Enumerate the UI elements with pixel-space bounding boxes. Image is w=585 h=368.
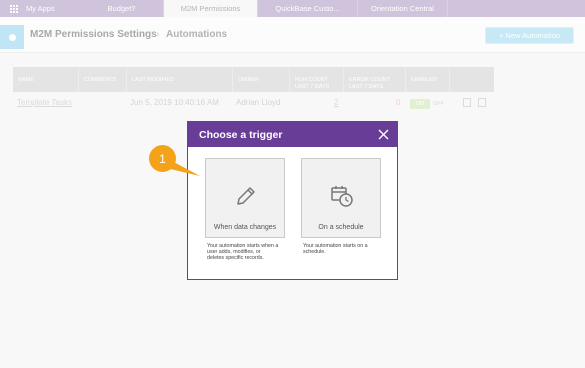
callout-arrow: [166, 160, 200, 176]
callout-badge: 1: [149, 145, 176, 172]
